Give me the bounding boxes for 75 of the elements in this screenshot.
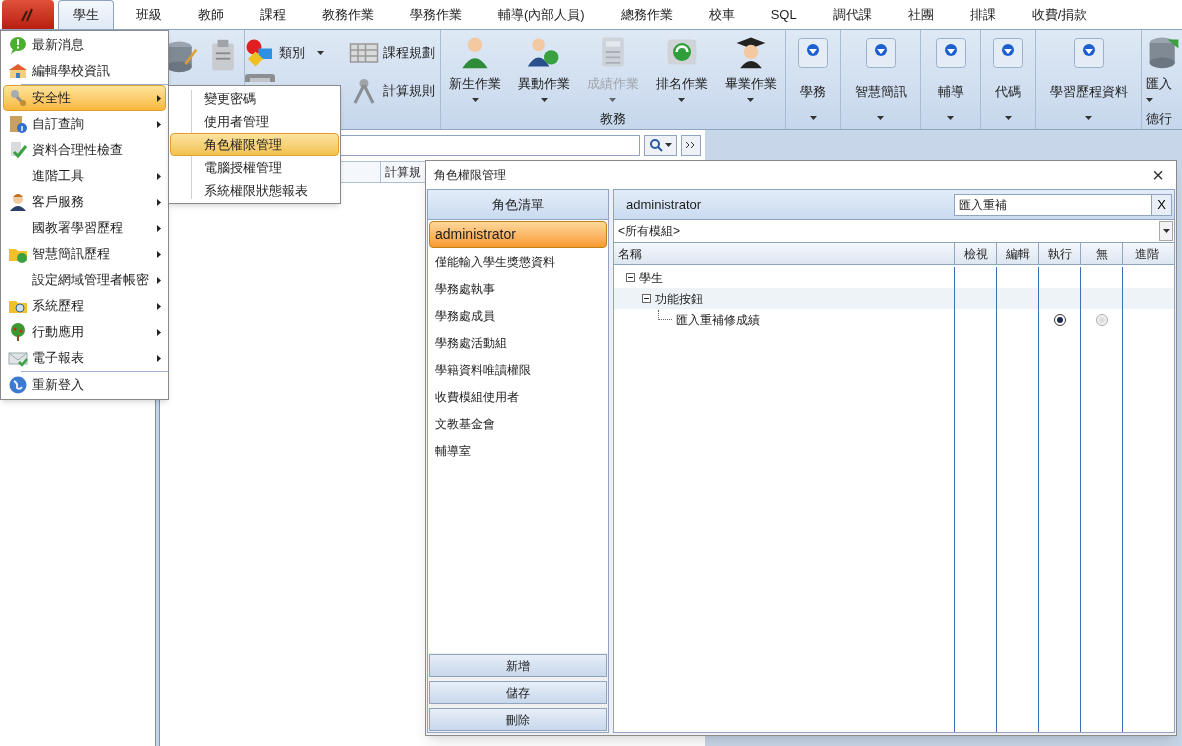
action-button[interactable]: 刪除 <box>429 708 607 731</box>
ribbon-menu-button[interactable]: 輔導 <box>935 34 966 120</box>
group-label: 教務 <box>599 110 627 128</box>
ribbon-menu-button[interactable]: 學習歷程資料 <box>1049 34 1128 120</box>
menu-item[interactable]: 變更密碼 <box>170 87 339 110</box>
menu-item[interactable]: 資料合理性檢查 <box>3 137 166 163</box>
clear-button[interactable]: X <box>1151 194 1171 215</box>
close-button[interactable]: × <box>1148 165 1168 185</box>
filter-field[interactable]: 匯入重補 X <box>954 193 1172 216</box>
menu-item[interactable]: 角色權限管理 <box>170 133 339 156</box>
action-button[interactable]: 新增 <box>429 654 607 677</box>
tree-node-label[interactable]: 功能按鈕 <box>655 289 703 308</box>
ribbon-button[interactable]: 類別 <box>245 38 337 68</box>
menu-item[interactable]: 重新登入 <box>3 372 166 398</box>
role-list-item[interactable]: 學務處執事 <box>429 275 607 302</box>
role-list-item[interactable]: 文教基金會 <box>429 410 607 437</box>
ribbon-button[interactable]: 畢業作業 <box>720 34 781 102</box>
ribbon-tab[interactable]: 學生 <box>58 0 114 29</box>
column-header[interactable]: 檢視 <box>954 243 996 264</box>
action-button[interactable]: 儲存 <box>429 681 607 704</box>
menu-item[interactable]: 安全性 <box>3 85 166 111</box>
ribbon-tab[interactable]: 總務作業 <box>606 0 687 29</box>
menu-item[interactable]: 使用者管理 <box>170 110 339 133</box>
column-header[interactable]: 執行 <box>1038 243 1080 264</box>
menu-item[interactable]: 進階工具 <box>3 163 166 189</box>
ribbon-menu-button[interactable]: 代碼 <box>993 34 1023 120</box>
panel-header: 角色清單 <box>428 190 608 220</box>
ribbon-menu-button[interactable]: 學務 <box>798 34 828 120</box>
menu-item[interactable]: 國教署學習歷程 <box>3 215 166 241</box>
ribbon-tab[interactable]: 班級 <box>122 0 176 29</box>
menu-item[interactable]: 設定網域管理者帳密 <box>3 267 166 293</box>
ribbon-tab[interactable]: 輔導(內部人員) <box>484 0 599 29</box>
column-header[interactable]: 編輯 <box>996 243 1038 264</box>
menu-item[interactable]: 電腦授權管理 <box>170 156 339 179</box>
ribbon-tab[interactable]: 排課 <box>955 0 1010 29</box>
menu-item[interactable]: 客戶服務 <box>3 189 166 215</box>
menu-item[interactable]: 最新消息 <box>3 32 166 58</box>
ribbon-button[interactable]: 課程規劃 <box>348 38 440 68</box>
column-header[interactable]: 名稱 <box>614 243 954 264</box>
role-list-item[interactable]: 輔導室 <box>429 437 607 464</box>
menu-item[interactable]: 電子報表 <box>3 345 166 371</box>
menu-item[interactable]: 智慧簡訊歷程 <box>3 241 166 267</box>
ribbon-button[interactable]: 異動作業 <box>514 34 575 102</box>
ribbon-tab[interactable]: 課程 <box>246 0 300 29</box>
ribbon-button[interactable]: 排名作業 <box>651 34 712 102</box>
menu-item[interactable]: 編輯學校資訊 <box>3 58 166 84</box>
role-list-item[interactable]: 收費模組使用者 <box>429 383 607 410</box>
ribbon-button[interactable]: 新生作業 <box>445 34 506 102</box>
role-list-item[interactable]: 僅能輸入學生獎懲資料 <box>429 248 607 275</box>
window-title: 角色權限管理 <box>434 167 507 184</box>
role-list-item[interactable]: administrator <box>429 221 607 248</box>
ribbon-menu-button[interactable]: 智慧簡訊 <box>854 34 907 120</box>
ribbon-tab[interactable]: 學務作業 <box>396 0 476 29</box>
ribbon-button[interactable]: 計算規則 <box>348 76 440 106</box>
column-header[interactable]: 無 <box>1080 243 1122 264</box>
ribbon-tab[interactable]: 社團 <box>893 0 948 29</box>
ribbon-tab[interactable]: 收費/捐款 <box>1017 0 1102 29</box>
ribbon-tab[interactable]: 教務作業 <box>308 0 388 29</box>
role-list-item[interactable]: 學務處成員 <box>429 302 607 329</box>
tree-node-label[interactable]: 匯入重補修成績 <box>676 310 760 329</box>
role-list-item[interactable]: 學務處活動組 <box>429 329 607 356</box>
ribbon-tab[interactable]: 校車 <box>694 0 749 29</box>
ribbon-tab[interactable]: SQL <box>756 0 811 29</box>
menu-item[interactable]: 自訂查詢 <box>3 111 166 137</box>
group-label: 德行 <box>1145 110 1173 128</box>
role-name: administrator <box>626 195 703 214</box>
tree-node-label[interactable]: 學生 <box>639 268 663 287</box>
ribbon-button[interactable]: 匯入 <box>1146 34 1182 102</box>
ribbon-tab[interactable]: 教師 <box>184 0 238 29</box>
column-header[interactable]: 進階 <box>1122 243 1171 264</box>
menu-item[interactable]: 系統歷程 <box>3 293 166 319</box>
menu-item[interactable]: 行動應用 <box>3 319 166 345</box>
role-list-item[interactable]: 學籍資料唯讀權限 <box>429 356 607 383</box>
menu-item[interactable]: 系統權限狀態報表 <box>170 179 339 202</box>
ribbon-tab[interactable]: 調代課 <box>818 0 886 29</box>
